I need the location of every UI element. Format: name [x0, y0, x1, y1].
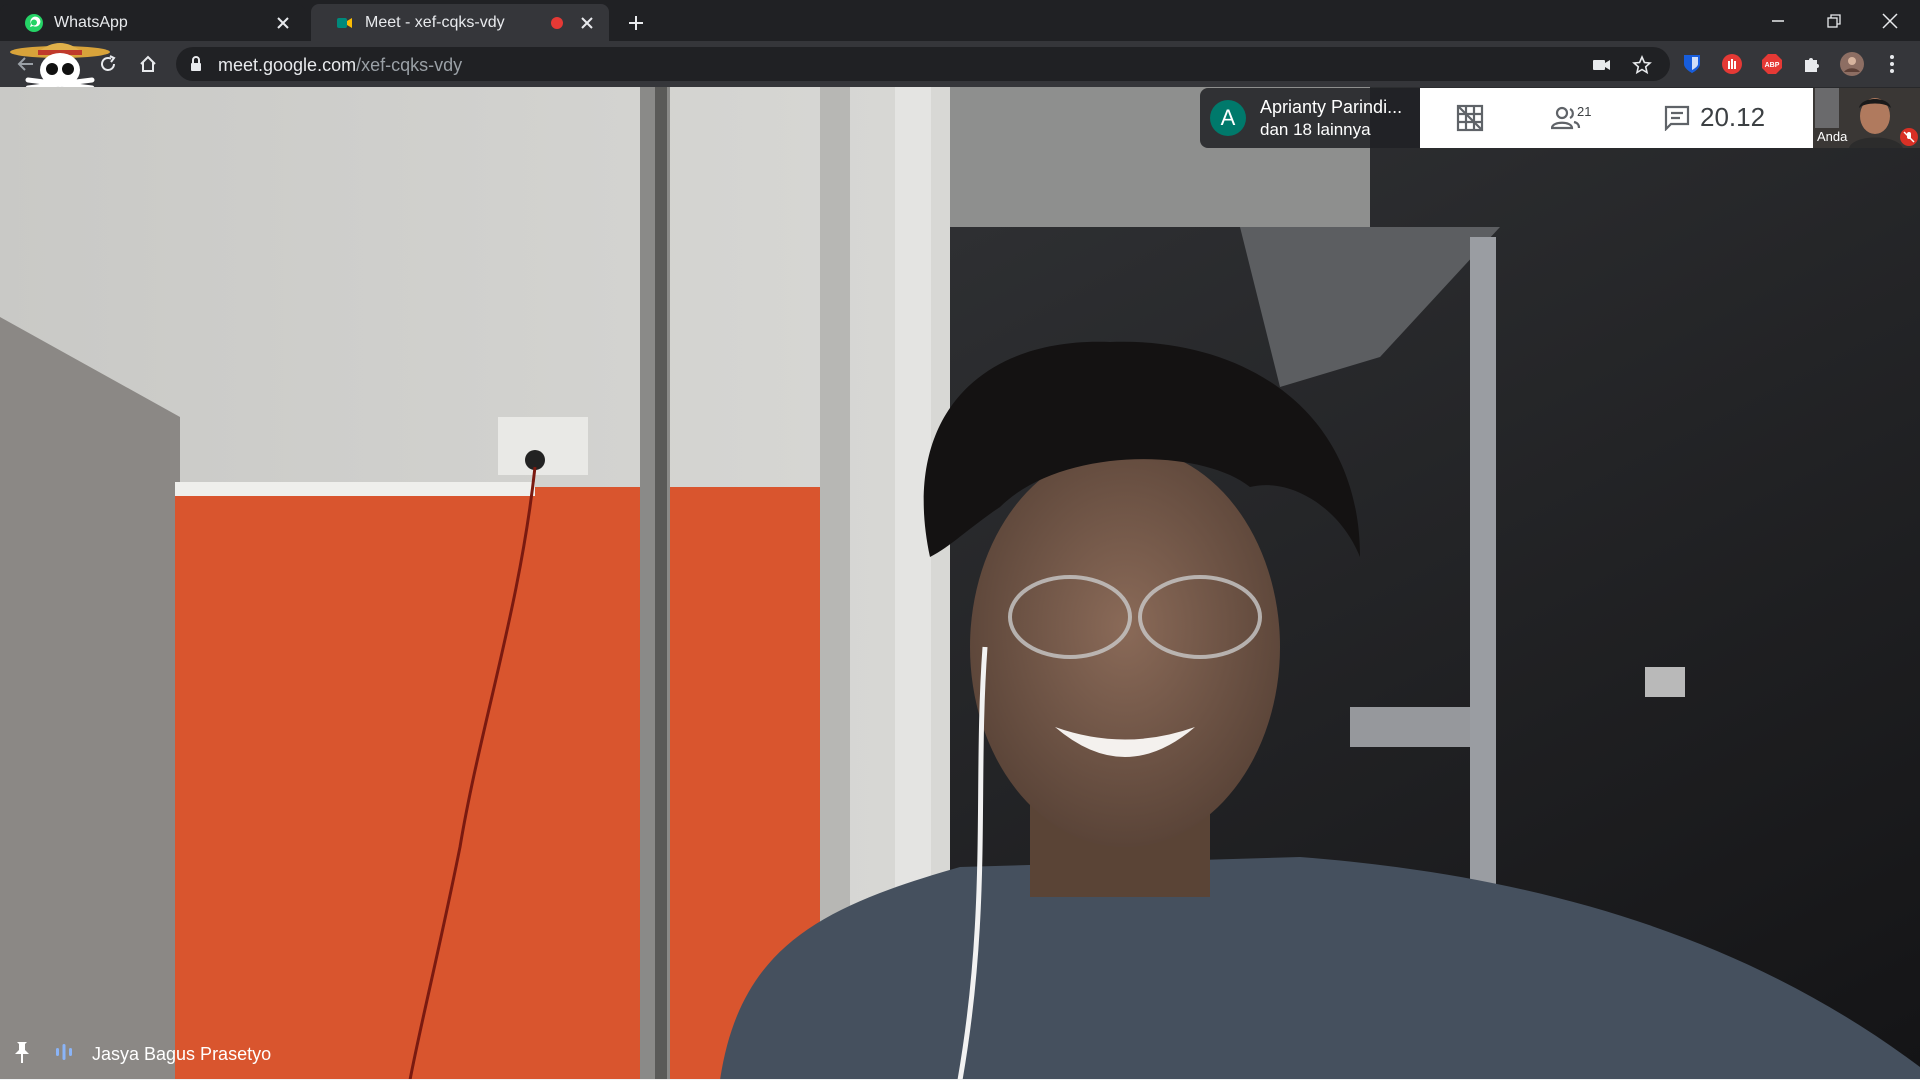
close-icon[interactable]: [577, 13, 597, 33]
meet-icon: [335, 13, 355, 33]
camera-icon[interactable]: [1590, 53, 1614, 77]
close-icon[interactable]: [273, 13, 293, 33]
layout-button[interactable]: [1450, 100, 1490, 136]
whatsapp-icon: [24, 13, 44, 33]
tab-title: WhatsApp: [54, 13, 128, 31]
tab-strip: WhatsApp Meet - xef-cqks-vdy: [0, 0, 1920, 41]
address-bar[interactable]: meet.google.com/xef-cqks-vdy: [176, 47, 1670, 81]
mic-off-icon: [1900, 128, 1918, 146]
others-count-text: dan 18 lainnya: [1260, 120, 1371, 139]
browser-toolbar: meet.google.com/xef-cqks-vdy ABP: [0, 41, 1920, 87]
audio-wave-icon: [54, 1042, 74, 1067]
avatar: A: [1210, 100, 1246, 136]
lock-icon: [190, 56, 202, 77]
star-icon[interactable]: [1630, 53, 1654, 77]
bitwarden-icon[interactable]: [1680, 52, 1704, 76]
profile-avatar-icon[interactable]: [1840, 52, 1864, 76]
minimize-button[interactable]: [1750, 0, 1806, 41]
participant-count-badge: 21: [1577, 104, 1592, 119]
chat-icon: [1664, 105, 1690, 131]
participant-name: Aprianty Parindi...: [1260, 97, 1403, 117]
home-button[interactable]: [132, 48, 164, 80]
adblock-icon[interactable]: ABP: [1760, 52, 1784, 76]
self-view-tile[interactable]: Anda: [1813, 88, 1920, 148]
url-host: meet.google.com: [218, 55, 357, 75]
participants-summary[interactable]: A Aprianty Parindi... dan 18 lainnya: [1200, 88, 1420, 148]
pin-icon[interactable]: [12, 1040, 32, 1069]
url-text: meet.google.com/xef-cqks-vdy: [218, 55, 462, 76]
new-tab-button[interactable]: [622, 9, 650, 37]
tab-meet[interactable]: Meet - xef-cqks-vdy: [311, 4, 609, 41]
video-frame: [0, 87, 1920, 1080]
active-speaker-label: Jasya Bagus Prasetyo: [12, 1040, 271, 1068]
window-close-icon: [1882, 12, 1898, 29]
tile-layout-icon: [1456, 104, 1484, 132]
speaker-name: Jasya Bagus Prasetyo: [92, 1043, 272, 1064]
restore-button[interactable]: [1806, 0, 1862, 41]
plus-icon: [629, 16, 643, 30]
home-icon: [140, 55, 156, 72]
minimize-icon: [1772, 19, 1784, 22]
self-label: Anda: [1817, 129, 1848, 144]
svg-text:ABP: ABP: [1765, 62, 1780, 69]
extension-hand-icon[interactable]: [1720, 52, 1744, 76]
pirate-skull-icon: [10, 43, 110, 90]
recording-indicator: [551, 16, 563, 29]
chat-button[interactable]: [1657, 100, 1697, 136]
meeting-clock: 20.12: [1700, 102, 1766, 132]
main-video-feed: [0, 87, 1920, 1080]
tab-title: Meet - xef-cqks-vdy: [365, 13, 505, 31]
puzzle-icon[interactable]: [1800, 52, 1824, 76]
restore-icon: [1827, 13, 1841, 28]
url-path: /xef-cqks-vdy: [356, 55, 463, 75]
tab-whatsapp[interactable]: WhatsApp: [0, 4, 305, 41]
kebab-menu-icon[interactable]: [1880, 52, 1904, 76]
window-close-button[interactable]: [1862, 0, 1918, 41]
